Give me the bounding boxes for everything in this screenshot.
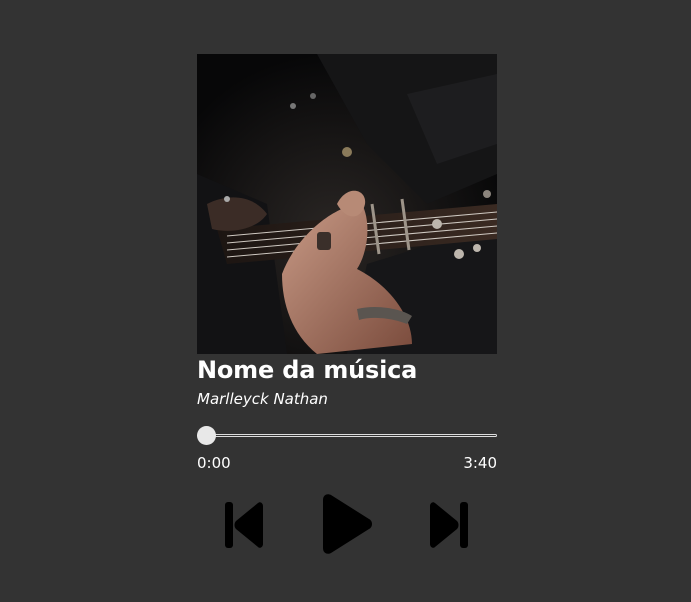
song-title: Nome da música — [197, 356, 418, 384]
play-button[interactable] — [321, 494, 373, 554]
music-player: Nome da música Marlleyck Nathan 0:00 3:4… — [197, 54, 497, 558]
previous-button[interactable] — [225, 502, 265, 548]
skip-next-icon — [430, 502, 468, 548]
total-time: 3:40 — [463, 454, 497, 472]
playback-controls — [197, 494, 497, 558]
time-row: 0:00 3:40 — [197, 454, 497, 472]
album-cover — [197, 54, 497, 354]
progress-track[interactable] — [197, 434, 497, 437]
play-icon — [323, 494, 372, 554]
progress-thumb[interactable] — [197, 426, 216, 445]
artist-name: Marlleyck Nathan — [197, 390, 328, 408]
current-time: 0:00 — [197, 454, 231, 472]
progress-slider[interactable] — [197, 426, 497, 446]
guitarist-album-art — [197, 54, 497, 354]
skip-previous-icon — [225, 502, 263, 548]
next-button[interactable] — [428, 502, 468, 548]
